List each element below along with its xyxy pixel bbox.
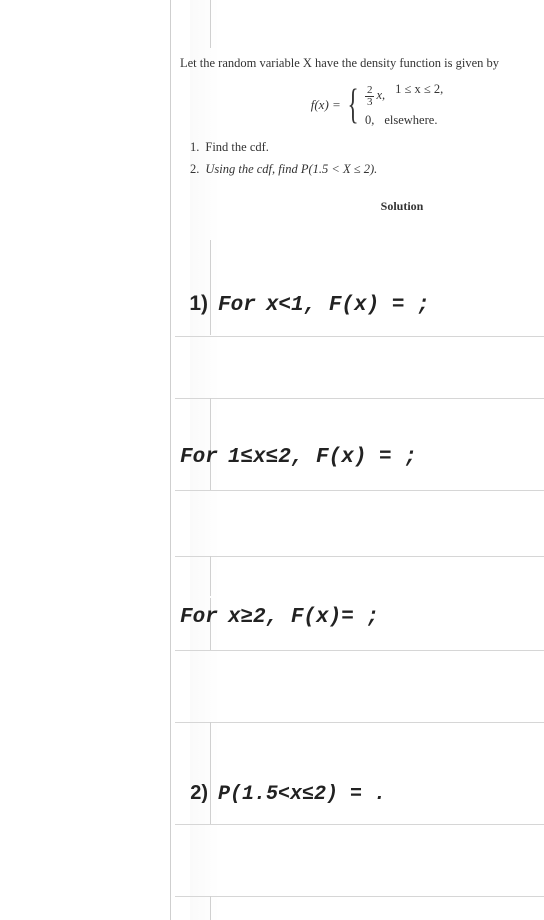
a2-expr: P(1.5<x≤2) = . [218,783,386,806]
left-brace-icon: { [347,88,358,122]
fraction: 2 3 [365,85,375,108]
cell-rule-1a [210,240,211,280]
hline-2 [175,398,544,399]
answer-2-line: 2) P(1.5<x≤2) = . [180,782,538,806]
f-label: f(x) = [311,96,341,114]
a2-number: 2) [180,782,208,805]
answer-1-line-3: For x≥2, F(x)= ; [180,606,538,629]
question-1: 1. Find the cdf. [190,139,544,157]
solution-heading: Solution [260,198,544,215]
hline-8 [175,896,544,897]
a1-expr-3: x≥2, F(x)= ; [228,606,379,629]
cell-rule-1b [210,280,211,335]
case1-cond: 1 ≤ x ≤ 2, [395,81,443,99]
cell-rule-2a [210,398,211,438]
cell-rule-4a [210,722,211,772]
case-1: 2 3 x, 1 ≤ x ≤ 2, [365,81,443,108]
case-2: 0, elsewhere. [365,112,443,130]
case2-cond: elsewhere. [384,112,437,130]
hline-3 [175,490,544,491]
problem-text: Let the random variable X have the densi… [180,55,544,215]
q2-text: Using the cdf, find P(1.5 < X ≤ 2). [205,161,377,179]
problem-intro: Let the random variable X have the densi… [180,55,544,73]
piecewise-cases: 2 3 x, 1 ≤ x ≤ 2, 0, elsewhere. [365,81,443,130]
page: Let the random variable X have the densi… [0,0,544,920]
frac-den: 3 [365,97,375,108]
a1-number: 1) [180,292,208,316]
cell-rule-5 [210,896,211,920]
q1-text: Find the cdf. [205,139,269,157]
q2-num: 2. [190,161,199,179]
problem-block: Let the random variable X have the densi… [180,55,544,225]
hline-6 [175,722,544,723]
cell-rule-4b [210,772,211,824]
cell-rule-3a [210,556,211,596]
q1-num: 1. [190,139,199,157]
cell-rule-top [210,0,211,48]
hline-7 [175,824,544,825]
a1-expr-2: 1≤x≤2, F(x) = ; [228,446,417,469]
a1-expr-1: x<1, F(x) = ; [266,294,430,317]
frac-num: 2 [365,85,375,97]
for-keyword-2: For [180,446,218,469]
density-definition: f(x) = { 2 3 x, 1 ≤ x ≤ 2, [210,81,544,130]
for-keyword: For [218,294,256,317]
hline-5 [175,650,544,651]
case2-val: 0, [365,112,374,130]
hline-4 [175,556,544,557]
case1-after: x, [376,87,385,105]
question-2: 2. Using the cdf, find P(1.5 < X ≤ 2). [190,161,544,179]
for-keyword-3: For [180,606,218,629]
answer-1-line-1: 1) For x<1, F(x) = ; [180,292,538,317]
answer-1-line-2: For 1≤x≤2, F(x) = ; [180,446,538,469]
hline-1 [175,336,544,337]
question-list: 1. Find the cdf. 2. Using the cdf, find … [190,139,544,178]
margin-rule [170,0,171,920]
